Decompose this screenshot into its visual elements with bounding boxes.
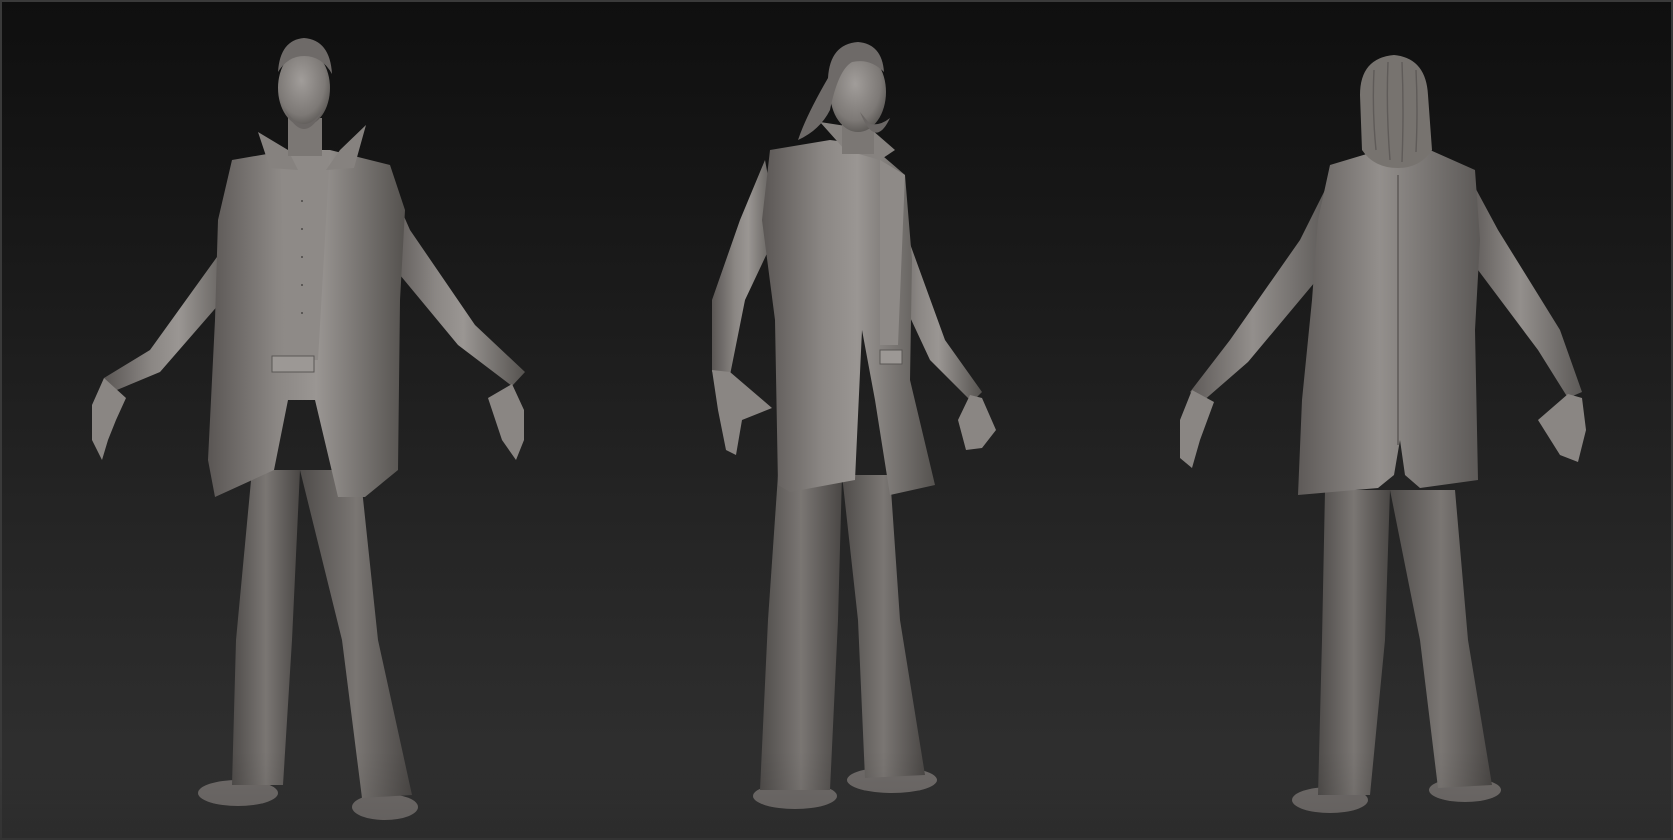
figure-render-canvas <box>92 38 1586 820</box>
side-right-leg <box>842 475 925 778</box>
front-right-hand <box>488 384 524 460</box>
three-quarter-view-figure <box>712 42 996 809</box>
side-left-hand <box>712 370 772 455</box>
front-right-leg <box>300 470 412 798</box>
side-coat <box>762 140 935 495</box>
back-right-arm <box>1470 178 1582 398</box>
front-left-hand <box>92 378 126 460</box>
back-right-leg <box>1390 490 1492 788</box>
front-view-figure <box>92 38 525 820</box>
side-belt-buckle <box>879 349 903 365</box>
front-left-leg <box>232 470 300 785</box>
side-right-hand <box>958 395 996 450</box>
side-left-leg <box>760 475 842 790</box>
front-right-shoe <box>352 794 418 820</box>
back-view-figure <box>1180 55 1586 813</box>
back-left-hand <box>1180 390 1214 468</box>
back-coat <box>1298 150 1480 495</box>
front-right-arm <box>388 180 525 386</box>
back-hair <box>1360 55 1432 168</box>
front-belt-buckle <box>271 355 315 373</box>
sculpt-viewport[interactable] <box>0 0 1673 840</box>
back-right-hand <box>1538 394 1586 462</box>
back-left-leg <box>1318 490 1390 795</box>
